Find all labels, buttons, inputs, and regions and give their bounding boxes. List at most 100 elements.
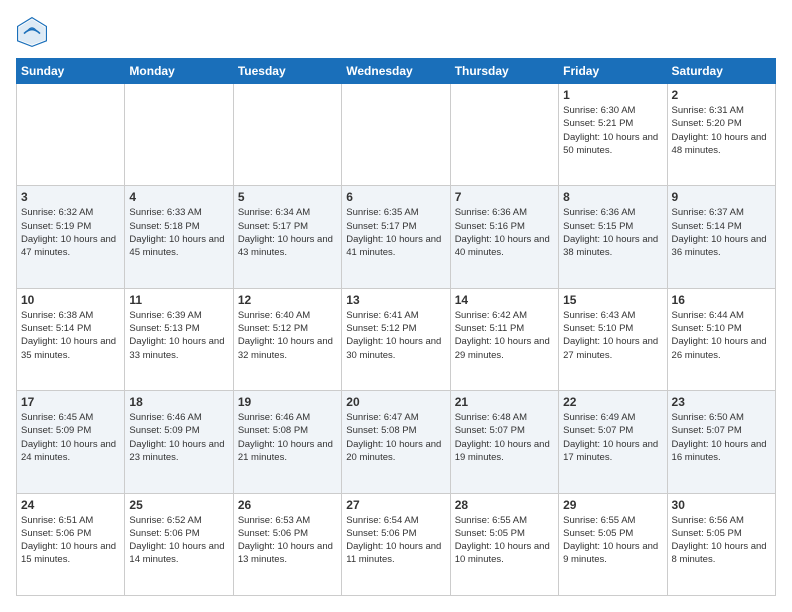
day-number: 14 <box>455 293 554 307</box>
page: SundayMondayTuesdayWednesdayThursdayFrid… <box>0 0 792 612</box>
day-number: 15 <box>563 293 662 307</box>
day-number: 19 <box>238 395 337 409</box>
day-number: 12 <box>238 293 337 307</box>
day-info: Sunrise: 6:51 AM Sunset: 5:06 PM Dayligh… <box>21 514 120 567</box>
calendar-cell: 28Sunrise: 6:55 AM Sunset: 5:05 PM Dayli… <box>450 493 558 595</box>
day-number: 11 <box>129 293 228 307</box>
day-info: Sunrise: 6:43 AM Sunset: 5:10 PM Dayligh… <box>563 309 662 362</box>
calendar-cell: 14Sunrise: 6:42 AM Sunset: 5:11 PM Dayli… <box>450 288 558 390</box>
calendar-cell: 12 Sunrise: 6:40 AM Sunset: 5:12 PM Dayli… <box>233 288 341 390</box>
day-info: Sunrise: 6:35 AM Sunset: 5:17 PM Dayligh… <box>346 206 445 259</box>
col-header-thursday: Thursday <box>450 59 558 84</box>
day-number: 17 <box>21 395 120 409</box>
day-info: Sunrise: 6:45 AM Sunset: 5:09 PM Dayligh… <box>21 411 120 464</box>
calendar-cell: 23 Sunrise: 6:50 AM Sunset: 5:07 PM Dayli… <box>667 391 775 493</box>
day-info: Sunrise: 6:38 AM Sunset: 5:14 PM Dayligh… <box>21 309 120 362</box>
day-info: Sunrise: 6:41 AM Sunset: 5:12 PM Dayligh… <box>346 309 445 362</box>
header <box>16 16 776 48</box>
calendar-cell: 17 Sunrise: 6:45 AM Sunset: 5:09 PM Dayli… <box>17 391 125 493</box>
day-info: Sunrise: 6:46 AM Sunset: 5:09 PM Dayligh… <box>129 411 228 464</box>
day-number: 5 <box>238 190 337 204</box>
day-info: Sunrise: 6:39 AM Sunset: 5:13 PM Dayligh… <box>129 309 228 362</box>
day-number: 24 <box>21 498 120 512</box>
calendar-row-1: 1 Sunrise: 6:30 AM Sunset: 5:21 PM Daylig… <box>17 84 776 186</box>
day-info: Sunrise: 6:30 AM Sunset: 5:21 PM Dayligh… <box>563 104 662 157</box>
calendar-row-2: 3Sunrise: 6:32 AM Sunset: 5:19 PM Daylig… <box>17 186 776 288</box>
day-number: 9 <box>672 190 771 204</box>
calendar-cell: 25Sunrise: 6:52 AM Sunset: 5:06 PM Dayli… <box>125 493 233 595</box>
calendar-cell: 15 Sunrise: 6:43 AM Sunset: 5:10 PM Dayli… <box>559 288 667 390</box>
day-number: 6 <box>346 190 445 204</box>
day-info: Sunrise: 6:36 AM Sunset: 5:15 PM Dayligh… <box>563 206 662 259</box>
calendar-cell: 5 Sunrise: 6:34 AM Sunset: 5:17 PM Daylig… <box>233 186 341 288</box>
calendar-cell <box>125 84 233 186</box>
col-header-tuesday: Tuesday <box>233 59 341 84</box>
calendar-cell: 27 Sunrise: 6:54 AM Sunset: 5:06 PM Dayli… <box>342 493 450 595</box>
day-number: 29 <box>563 498 662 512</box>
day-info: Sunrise: 6:40 AM Sunset: 5:12 PM Dayligh… <box>238 309 337 362</box>
col-header-wednesday: Wednesday <box>342 59 450 84</box>
calendar-cell: 3Sunrise: 6:32 AM Sunset: 5:19 PM Daylig… <box>17 186 125 288</box>
day-number: 10 <box>21 293 120 307</box>
day-info: Sunrise: 6:32 AM Sunset: 5:19 PM Dayligh… <box>21 206 120 259</box>
calendar-cell: 22 Sunrise: 6:49 AM Sunset: 5:07 PM Dayli… <box>559 391 667 493</box>
day-number: 20 <box>346 395 445 409</box>
calendar-cell: 11 Sunrise: 6:39 AM Sunset: 5:13 PM Dayli… <box>125 288 233 390</box>
calendar-cell <box>17 84 125 186</box>
calendar-cell: 6 Sunrise: 6:35 AM Sunset: 5:17 PM Daylig… <box>342 186 450 288</box>
col-header-monday: Monday <box>125 59 233 84</box>
day-number: 22 <box>563 395 662 409</box>
calendar-table: SundayMondayTuesdayWednesdayThursdayFrid… <box>16 58 776 596</box>
day-number: 13 <box>346 293 445 307</box>
calendar-row-5: 24 Sunrise: 6:51 AM Sunset: 5:06 PM Dayli… <box>17 493 776 595</box>
day-info: Sunrise: 6:47 AM Sunset: 5:08 PM Dayligh… <box>346 411 445 464</box>
calendar-cell: 7 Sunrise: 6:36 AM Sunset: 5:16 PM Daylig… <box>450 186 558 288</box>
calendar-cell: 4Sunrise: 6:33 AM Sunset: 5:18 PM Daylig… <box>125 186 233 288</box>
day-info: Sunrise: 6:34 AM Sunset: 5:17 PM Dayligh… <box>238 206 337 259</box>
day-number: 8 <box>563 190 662 204</box>
logo <box>16 16 52 48</box>
day-info: Sunrise: 6:55 AM Sunset: 5:05 PM Dayligh… <box>563 514 662 567</box>
day-info: Sunrise: 6:53 AM Sunset: 5:06 PM Dayligh… <box>238 514 337 567</box>
day-number: 30 <box>672 498 771 512</box>
day-number: 23 <box>672 395 771 409</box>
logo-icon <box>16 16 48 48</box>
day-number: 7 <box>455 190 554 204</box>
day-info: Sunrise: 6:31 AM Sunset: 5:20 PM Dayligh… <box>672 104 771 157</box>
calendar-cell: 2Sunrise: 6:31 AM Sunset: 5:20 PM Daylig… <box>667 84 775 186</box>
day-number: 1 <box>563 88 662 102</box>
day-info: Sunrise: 6:52 AM Sunset: 5:06 PM Dayligh… <box>129 514 228 567</box>
calendar-cell: 13 Sunrise: 6:41 AM Sunset: 5:12 PM Dayli… <box>342 288 450 390</box>
day-number: 18 <box>129 395 228 409</box>
calendar-cell: 29 Sunrise: 6:55 AM Sunset: 5:05 PM Dayli… <box>559 493 667 595</box>
col-header-saturday: Saturday <box>667 59 775 84</box>
day-info: Sunrise: 6:54 AM Sunset: 5:06 PM Dayligh… <box>346 514 445 567</box>
day-number: 16 <box>672 293 771 307</box>
calendar-cell <box>233 84 341 186</box>
day-number: 21 <box>455 395 554 409</box>
calendar-cell <box>342 84 450 186</box>
calendar-header-row: SundayMondayTuesdayWednesdayThursdayFrid… <box>17 59 776 84</box>
day-number: 26 <box>238 498 337 512</box>
calendar-row-4: 17 Sunrise: 6:45 AM Sunset: 5:09 PM Dayli… <box>17 391 776 493</box>
day-info: Sunrise: 6:49 AM Sunset: 5:07 PM Dayligh… <box>563 411 662 464</box>
calendar-cell: 18 Sunrise: 6:46 AM Sunset: 5:09 PM Dayli… <box>125 391 233 493</box>
calendar-cell: 16 Sunrise: 6:44 AM Sunset: 5:10 PM Dayli… <box>667 288 775 390</box>
calendar-row-3: 10 Sunrise: 6:38 AM Sunset: 5:14 PM Dayli… <box>17 288 776 390</box>
calendar-cell: 8 Sunrise: 6:36 AM Sunset: 5:15 PM Daylig… <box>559 186 667 288</box>
day-info: Sunrise: 6:33 AM Sunset: 5:18 PM Dayligh… <box>129 206 228 259</box>
calendar-cell: 24 Sunrise: 6:51 AM Sunset: 5:06 PM Dayli… <box>17 493 125 595</box>
day-info: Sunrise: 6:36 AM Sunset: 5:16 PM Dayligh… <box>455 206 554 259</box>
day-info: Sunrise: 6:46 AM Sunset: 5:08 PM Dayligh… <box>238 411 337 464</box>
day-number: 27 <box>346 498 445 512</box>
day-info: Sunrise: 6:44 AM Sunset: 5:10 PM Dayligh… <box>672 309 771 362</box>
calendar-cell: 1 Sunrise: 6:30 AM Sunset: 5:21 PM Daylig… <box>559 84 667 186</box>
calendar-cell: 9Sunrise: 6:37 AM Sunset: 5:14 PM Daylig… <box>667 186 775 288</box>
calendar-cell: 21Sunrise: 6:48 AM Sunset: 5:07 PM Dayli… <box>450 391 558 493</box>
calendar-cell <box>450 84 558 186</box>
calendar-cell: 19 Sunrise: 6:46 AM Sunset: 5:08 PM Dayli… <box>233 391 341 493</box>
day-info: Sunrise: 6:50 AM Sunset: 5:07 PM Dayligh… <box>672 411 771 464</box>
day-info: Sunrise: 6:55 AM Sunset: 5:05 PM Dayligh… <box>455 514 554 567</box>
col-header-sunday: Sunday <box>17 59 125 84</box>
calendar-cell: 26 Sunrise: 6:53 AM Sunset: 5:06 PM Dayli… <box>233 493 341 595</box>
